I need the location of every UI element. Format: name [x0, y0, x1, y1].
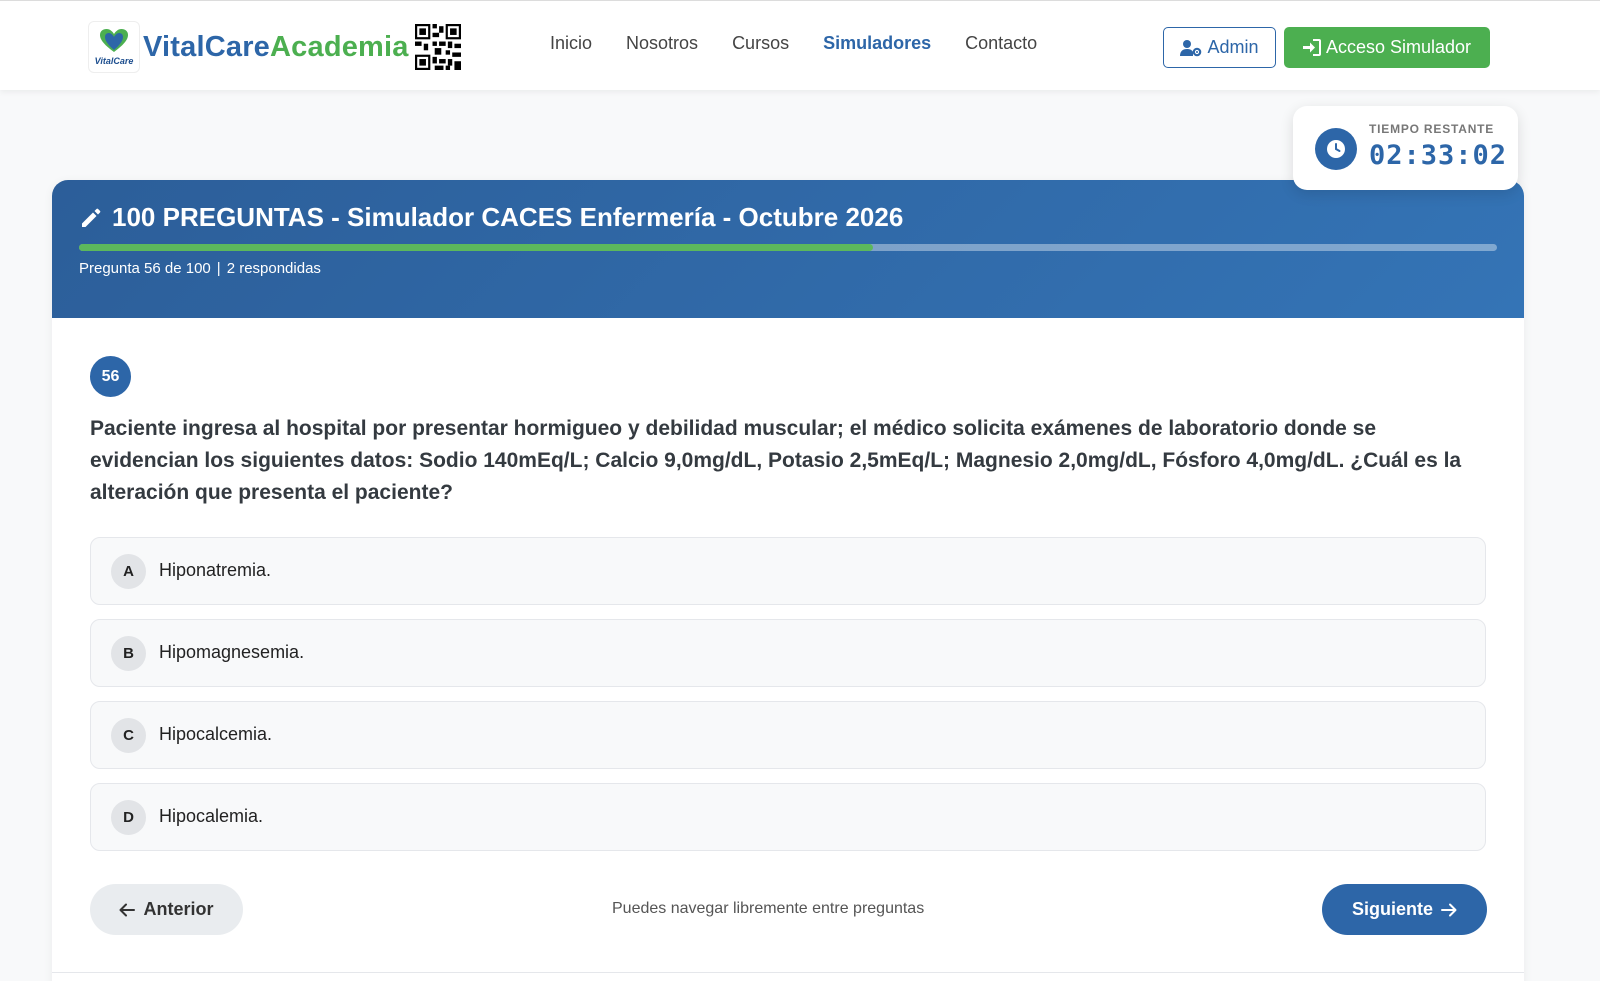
brand[interactable]: VitalCare VitalCareAcademia [88, 21, 461, 73]
option-c[interactable]: C Hipocalcemia. [90, 701, 1486, 769]
option-text: Hiponatremia. [159, 560, 272, 580]
option-letter: D [111, 800, 146, 835]
clock-icon [1315, 128, 1357, 170]
heart-logo-icon [100, 29, 128, 52]
timer-card: TIEMPO RESTANTE 02:33:02 [1293, 106, 1518, 190]
exam-title: 100 PREGUNTAS - Simulador CACES Enfermer… [79, 202, 903, 233]
nav-contacto[interactable]: Contacto [965, 33, 1037, 54]
option-letter: A [111, 554, 146, 589]
navigation-hint: Puedes navegar libremente entre pregunta… [612, 900, 925, 917]
brand-name: VitalCareAcademia [143, 31, 409, 64]
timer-label: TIEMPO RESTANTE [1369, 122, 1495, 136]
brand-name-part2: Academia [270, 30, 409, 63]
arrow-left-icon [119, 903, 136, 916]
brand-name-part1: VitalCare [143, 30, 271, 63]
nav-nosotros[interactable]: Nosotros [626, 33, 698, 54]
option-a[interactable]: A Hiponatremia. [90, 537, 1486, 605]
question-text: Paciente ingresa al hospital por present… [90, 417, 1462, 504]
question-counter: Pregunta 56 de 100 [79, 260, 211, 277]
pencil-icon [82, 208, 101, 227]
progress-separator: | [216, 260, 221, 277]
card-divider [52, 972, 1524, 973]
answered-count: 2 respondidas [226, 260, 321, 277]
nav-simuladores[interactable]: Simuladores [823, 33, 931, 54]
exam-header: 100 PREGUNTAS - Simulador CACES Enfermer… [52, 180, 1524, 318]
timer-value: 02:33:02 [1369, 140, 1508, 171]
arrow-right-icon [1441, 903, 1457, 916]
qr-code-icon [414, 24, 461, 70]
progress-bar-fill [79, 244, 874, 251]
option-text: Hipocalcemia. [159, 724, 273, 744]
main-nav: Inicio Nosotros Cursos Simuladores Conta… [550, 33, 1071, 54]
option-b[interactable]: B Hipomagnesemia. [90, 619, 1486, 687]
question-number-badge: 56 [90, 356, 131, 397]
nav-cursos[interactable]: Cursos [732, 33, 789, 54]
option-letter: B [111, 636, 146, 671]
previous-button[interactable]: Anterior [90, 884, 243, 935]
admin-button-label: Admin [1207, 37, 1259, 57]
access-simulator-label: Acceso Simulador [1325, 37, 1472, 57]
brand-logo-text: VitalCare [94, 56, 134, 66]
option-letter: C [111, 718, 146, 753]
nav-inicio[interactable]: Inicio [550, 33, 592, 54]
admin-button[interactable]: Admin [1163, 27, 1276, 68]
brand-logo: VitalCare [88, 21, 140, 73]
access-simulator-button[interactable]: Acceso Simulador [1284, 27, 1490, 68]
sign-in-icon [1302, 39, 1321, 56]
exam-card: 100 PREGUNTAS - Simulador CACES Enfermer… [52, 180, 1524, 981]
progress-bar [79, 244, 1497, 251]
exam-title-text: 100 PREGUNTAS - Simulador CACES Enfermer… [112, 202, 904, 232]
next-button-label: Siguiente [1351, 899, 1433, 919]
option-text: Hipomagnesemia. [159, 642, 305, 662]
option-d[interactable]: D Hipocalemia. [90, 783, 1486, 851]
progress-status: Pregunta 56 de 100 | 2 respondidas [79, 260, 321, 277]
next-button[interactable]: Siguiente [1322, 884, 1487, 935]
option-text: Hipocalemia. [159, 806, 264, 826]
user-gear-icon [1180, 39, 1202, 56]
previous-button-label: Anterior [143, 899, 214, 919]
top-navbar: VitalCare VitalCareAcademia Inicio Nosot… [0, 0, 1600, 90]
